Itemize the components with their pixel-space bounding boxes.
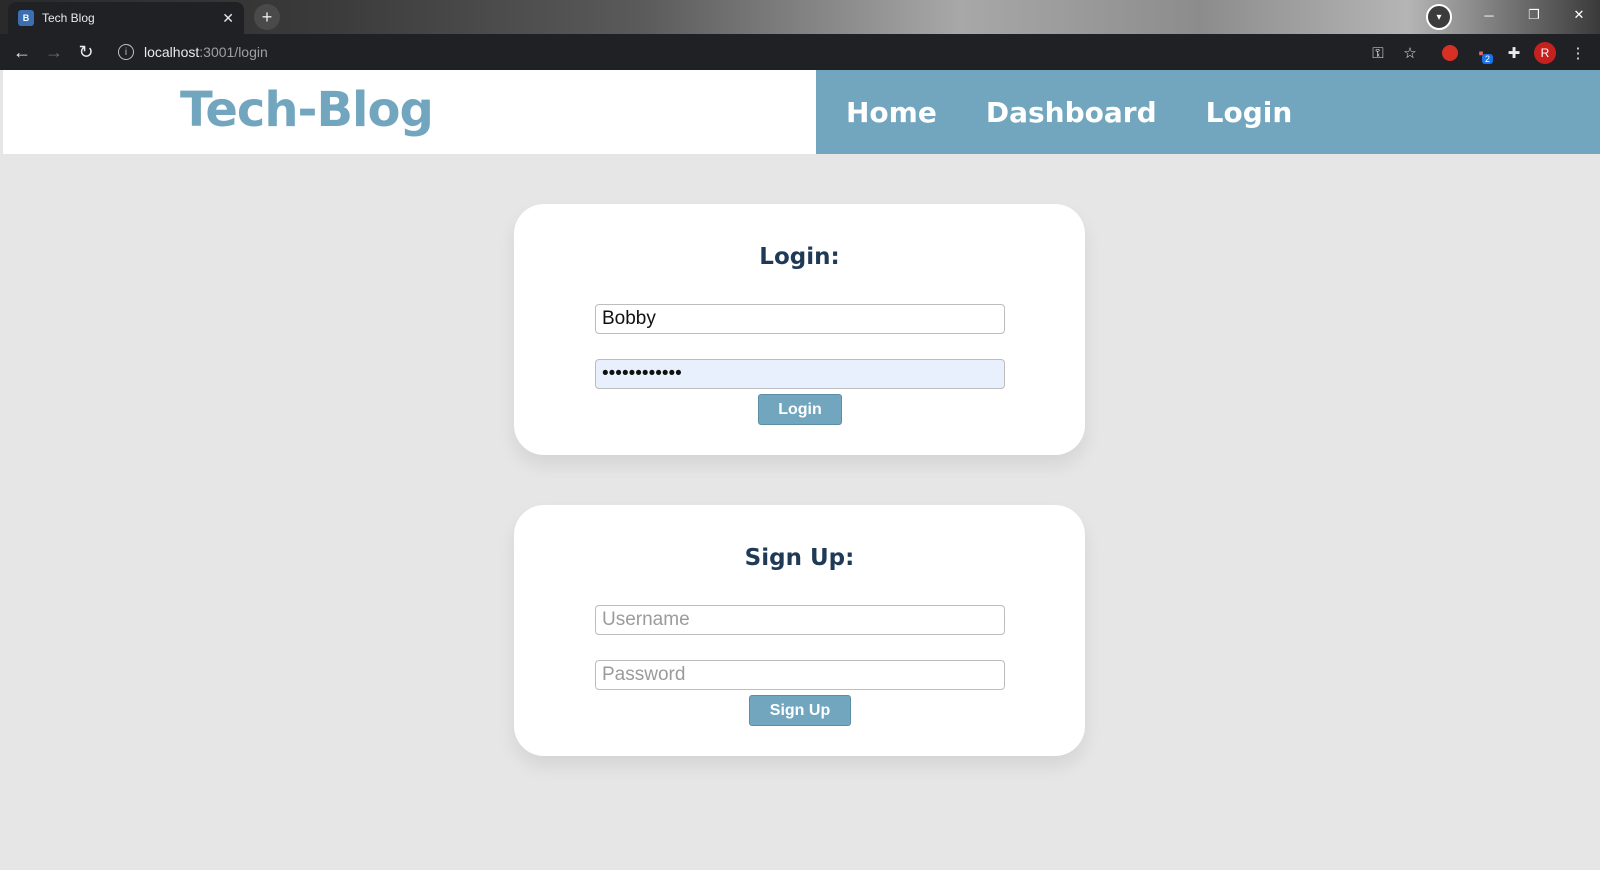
site-nav: Home Dashboard Login [816,70,1600,154]
window-close-icon[interactable]: ✕ [1556,0,1600,30]
brand-area: Tech-Blog [3,70,816,154]
browser-tab[interactable]: B Tech Blog ✕ [8,2,244,34]
puzzle-icon[interactable]: ✚ [1503,42,1525,64]
nav-home[interactable]: Home [846,96,937,129]
browser-titlebar: B Tech Blog ✕ + ▾ ─ ❐ ✕ [0,0,1600,34]
favicon-icon: B [18,10,34,26]
tab-title: Tech Blog [42,11,95,25]
extension-badge: 2 [1482,54,1494,64]
signup-password-input[interactable] [595,660,1005,690]
signup-card: Sign Up: Sign Up [514,505,1085,756]
address-bar[interactable]: i localhost:3001/login [110,38,1410,66]
browser-toolbar: ← → ↻ i localhost:3001/login [0,34,1600,70]
url-path: :3001/login [199,44,268,60]
login-password-input[interactable] [595,359,1005,389]
minimize-icon[interactable]: ─ [1466,0,1512,30]
new-tab-button[interactable]: + [254,4,280,30]
signup-username-input[interactable] [595,605,1005,635]
back-icon[interactable]: ← [6,36,38,68]
login-button[interactable]: Login [758,394,842,425]
reload-icon[interactable]: ↻ [70,36,102,68]
profile-avatar[interactable]: R [1534,42,1556,64]
nav-login[interactable]: Login [1206,96,1293,129]
signup-heading: Sign Up: [744,545,855,571]
site-header: Tech-Blog Home Dashboard Login [3,70,1600,154]
signup-button[interactable]: Sign Up [749,695,851,726]
tab-search-icon[interactable]: ▾ [1426,4,1452,30]
login-heading: Login: [759,244,840,270]
close-icon[interactable]: ✕ [222,10,234,27]
star-icon[interactable]: ☆ [1399,42,1421,64]
forward-icon[interactable]: → [38,36,70,68]
extension-icon[interactable] [1442,45,1458,61]
restore-icon[interactable]: ❐ [1511,0,1557,30]
menu-icon[interactable]: ⋮ [1567,42,1589,64]
login-card: Login: Login [514,204,1085,455]
info-icon[interactable]: i [118,44,134,60]
login-username-input[interactable] [595,304,1005,334]
site-title[interactable]: Tech-Blog [180,82,434,138]
url-host: localhost [144,44,200,60]
nav-dashboard[interactable]: Dashboard [986,96,1157,129]
key-icon[interactable]: ⚿ [1367,42,1389,64]
